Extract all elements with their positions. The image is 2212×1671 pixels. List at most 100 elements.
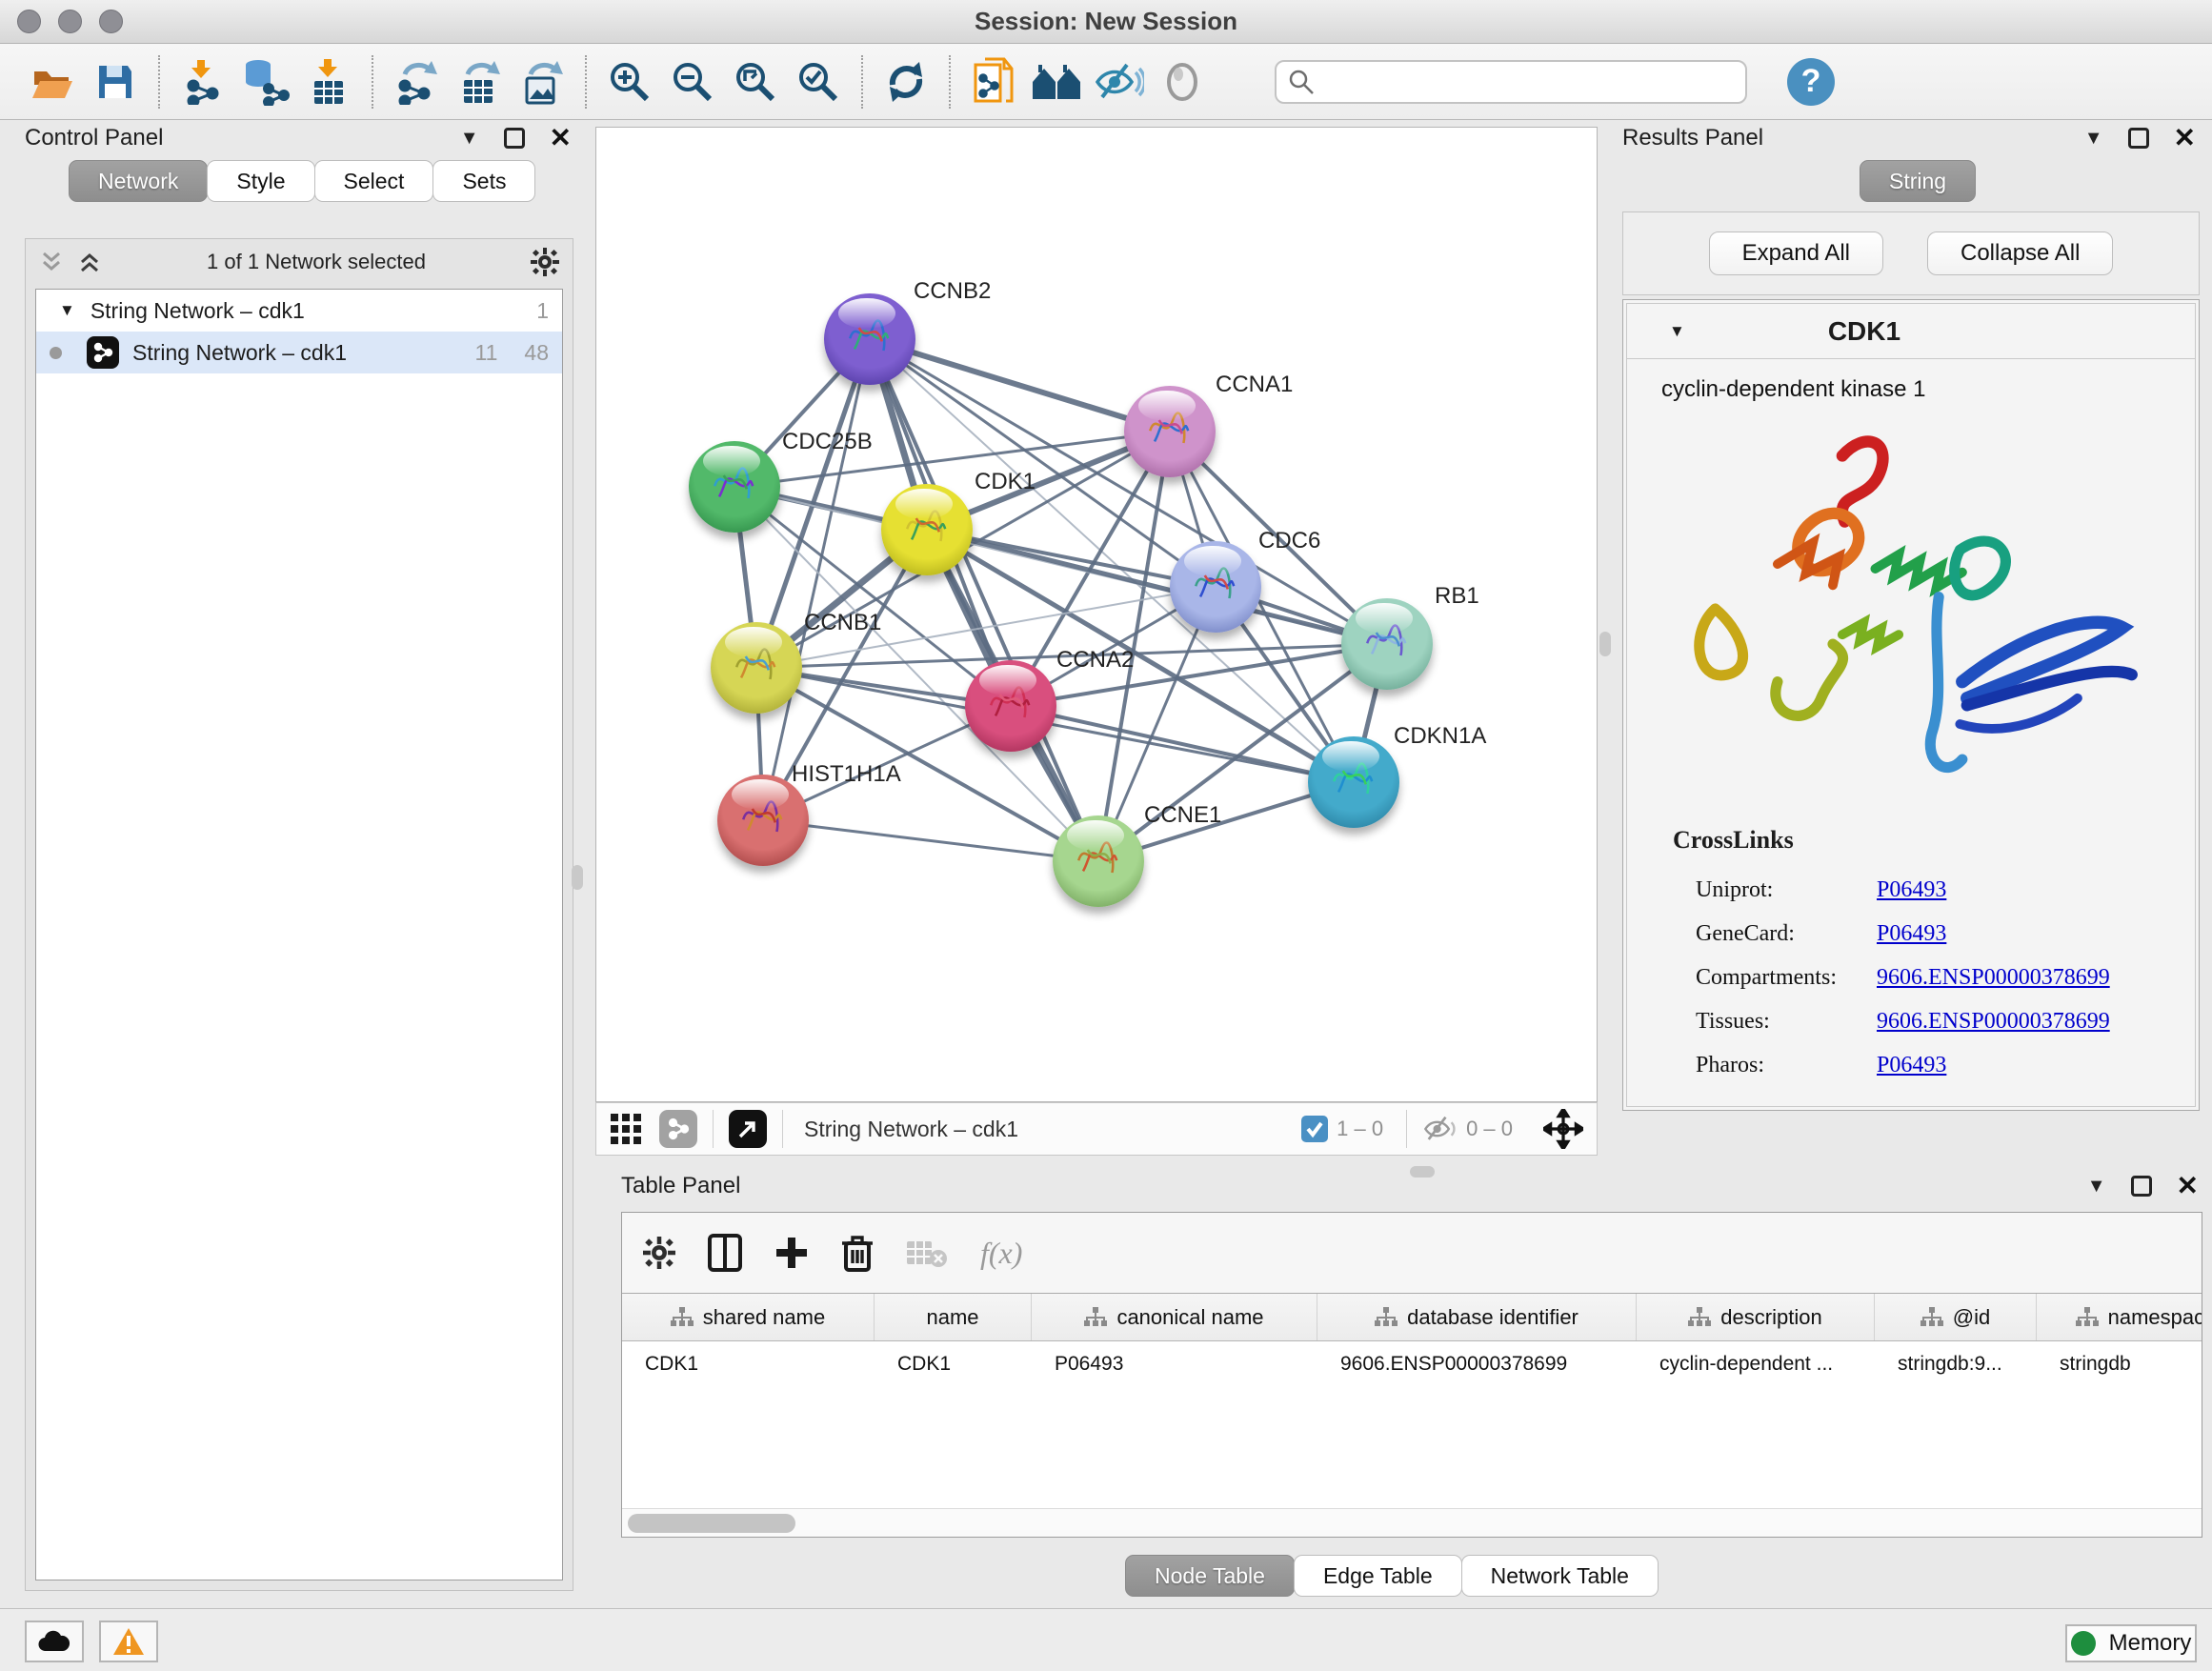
table-cell-database-identifier[interactable]: 9606.ENSP00000378699 xyxy=(1317,1341,1637,1387)
search-bar[interactable] xyxy=(1275,60,1747,104)
gene-entry-header[interactable]: ▼ CDK1 xyxy=(1627,304,2195,359)
crosslink-link-pharos[interactable]: P06493 xyxy=(1877,1053,1946,1078)
collapse-panel-icon[interactable]: ▼ xyxy=(2084,128,2103,150)
new-network-from-selection-button[interactable] xyxy=(968,56,1019,108)
table-cell-description[interactable]: cyclin-dependent ... xyxy=(1637,1341,1875,1387)
crosslink-link-uniprot[interactable]: P06493 xyxy=(1877,877,1946,903)
column-header-canonical-name[interactable]: canonical name xyxy=(1032,1294,1317,1340)
column-header-namespace[interactable]: namespace xyxy=(2037,1294,2202,1340)
open-view-icon[interactable] xyxy=(729,1110,767,1148)
zoom-fit-button[interactable] xyxy=(730,56,781,108)
network-node-hist1h1a[interactable] xyxy=(717,775,809,866)
first-neighbors-button[interactable] xyxy=(1031,56,1082,108)
help-button[interactable]: ? xyxy=(1787,58,1835,106)
export-image-button[interactable] xyxy=(516,56,568,108)
tab-string[interactable]: String xyxy=(1860,160,1976,202)
column-header-description[interactable]: description xyxy=(1637,1294,1875,1340)
network-node-cdc6[interactable] xyxy=(1170,541,1261,633)
float-panel-icon[interactable] xyxy=(504,128,525,149)
right-splitter[interactable] xyxy=(1600,127,1610,1102)
tab-sets[interactable]: Sets xyxy=(432,160,535,202)
network-node-ccna2[interactable] xyxy=(965,660,1056,752)
crosslink-row-genecard: GeneCard:P06493 xyxy=(1696,912,2176,956)
collapse-panel-icon[interactable]: ▼ xyxy=(460,128,479,150)
pan-crosshair-icon[interactable] xyxy=(1543,1109,1583,1149)
collapse-panel-icon[interactable]: ▼ xyxy=(2087,1176,2106,1198)
import-network-database-button[interactable] xyxy=(240,56,292,108)
export-table-button[interactable] xyxy=(453,56,505,108)
close-panel-icon[interactable]: ✕ xyxy=(2177,1173,2199,1199)
network-node-rb1[interactable] xyxy=(1341,598,1433,690)
float-panel-icon[interactable] xyxy=(2131,1176,2152,1197)
open-session-button[interactable] xyxy=(27,56,78,108)
selected-checkbox-icon[interactable] xyxy=(1300,1115,1329,1143)
network-node-cdc25b[interactable] xyxy=(689,441,780,533)
column-header-name[interactable]: name xyxy=(875,1294,1032,1340)
crosslink-link-genecard[interactable]: P06493 xyxy=(1877,921,1946,947)
table-row[interactable]: CDK1CDK1P064939606.ENSP00000378699cyclin… xyxy=(622,1341,2202,1387)
column-header-database-identifier[interactable]: database identifier xyxy=(1317,1294,1637,1340)
network-node-ccne1[interactable] xyxy=(1053,815,1144,907)
memory-button[interactable]: Memory xyxy=(2065,1624,2197,1662)
save-session-button[interactable] xyxy=(90,56,141,108)
export-network-button[interactable] xyxy=(391,56,442,108)
network-node-ccna1[interactable] xyxy=(1124,386,1216,477)
column-header-shared-name[interactable]: shared name xyxy=(622,1294,875,1340)
table-horizontal-scrollbar[interactable] xyxy=(622,1508,2202,1537)
table-cell-id[interactable]: stringdb:9... xyxy=(1875,1341,2037,1387)
crosslink-link-tissues[interactable]: 9606.ENSP00000378699 xyxy=(1877,1009,2110,1035)
table-cell-shared-name[interactable]: CDK1 xyxy=(622,1341,875,1387)
show-all-button[interactable] xyxy=(1156,56,1208,108)
crosslink-link-compartments[interactable]: 9606.ENSP00000378699 xyxy=(1877,965,2110,991)
tree-expand-icon[interactable]: ▼ xyxy=(59,301,75,320)
zoom-selected-button[interactable] xyxy=(793,56,844,108)
network-edges[interactable] xyxy=(596,128,1597,1101)
search-input[interactable] xyxy=(1324,70,1734,94)
tab-network[interactable]: Network xyxy=(69,160,208,202)
network-row[interactable]: String Network – cdk1 11 48 xyxy=(36,332,562,373)
network-node-cdkn1a[interactable] xyxy=(1308,736,1399,828)
table-cell-name[interactable]: CDK1 xyxy=(875,1341,1032,1387)
hide-selected-button[interactable] xyxy=(1094,56,1145,108)
cloud-status-button[interactable] xyxy=(25,1621,84,1662)
close-panel-icon[interactable]: ✕ xyxy=(550,125,572,151)
float-panel-icon[interactable] xyxy=(2128,128,2149,149)
table-cell-canonical-name[interactable]: P06493 xyxy=(1032,1341,1317,1387)
network-node-cdk1[interactable] xyxy=(881,484,973,575)
entry-expand-icon[interactable]: ▼ xyxy=(1669,322,1685,341)
add-column-icon[interactable] xyxy=(774,1236,809,1270)
right-splitter-handle[interactable] xyxy=(1599,632,1611,656)
tab-select[interactable]: Select xyxy=(314,160,434,202)
tab-network-table[interactable]: Network Table xyxy=(1461,1555,1659,1597)
tab-node-table[interactable]: Node Table xyxy=(1125,1555,1295,1597)
network-node-ccnb1[interactable] xyxy=(711,622,802,714)
network-canvas[interactable]: CCNB2CCNA1CDC25BCDK1CDC6RB1CCNB1CCNA2CDK… xyxy=(595,127,1598,1102)
collapse-all-button[interactable]: Collapse All xyxy=(1927,232,2113,275)
network-badge-icon[interactable] xyxy=(659,1110,697,1148)
column-header-id[interactable]: @id xyxy=(1875,1294,2037,1340)
network-collection-row[interactable]: ▼ String Network – cdk1 1 xyxy=(36,290,562,332)
tab-style[interactable]: Style xyxy=(207,160,314,202)
close-panel-icon[interactable]: ✕ xyxy=(2174,125,2196,151)
delete-column-icon[interactable] xyxy=(841,1234,874,1272)
expand-all-button[interactable]: Expand All xyxy=(1709,232,1883,275)
left-splitter-handle[interactable] xyxy=(572,865,583,890)
collapse-all-icon[interactable] xyxy=(39,250,64,274)
tab-edge-table[interactable]: Edge Table xyxy=(1294,1555,1462,1597)
zoom-out-button[interactable] xyxy=(667,56,718,108)
table-settings-gear-icon[interactable] xyxy=(643,1237,675,1269)
grid-view-icon[interactable] xyxy=(610,1113,642,1145)
import-network-file-button[interactable] xyxy=(177,56,229,108)
zoom-in-button[interactable] xyxy=(604,56,655,108)
left-splitter[interactable] xyxy=(579,127,589,1584)
function-builder-button[interactable]: f(x) xyxy=(980,1236,1022,1271)
scrollbar-thumb[interactable] xyxy=(628,1514,795,1533)
table-cell-namespace[interactable]: stringdb xyxy=(2037,1341,2202,1387)
gear-icon[interactable] xyxy=(531,248,559,276)
show-columns-icon[interactable] xyxy=(708,1234,742,1272)
expand-all-icon[interactable] xyxy=(77,250,102,274)
apply-layout-button[interactable] xyxy=(880,56,932,108)
import-table-button[interactable] xyxy=(303,56,354,108)
network-node-ccnb2[interactable] xyxy=(824,293,915,385)
warning-status-button[interactable] xyxy=(99,1621,158,1662)
